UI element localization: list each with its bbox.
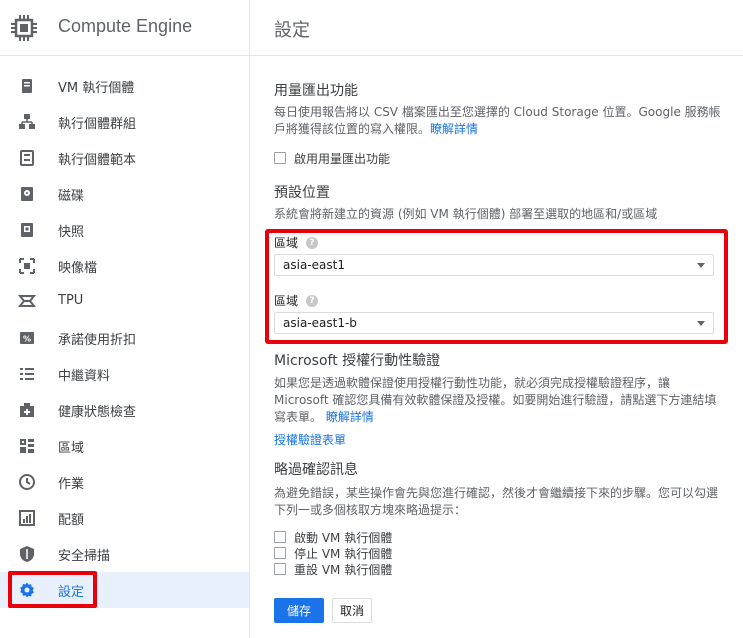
zone-select-value: asia-east1-b	[283, 316, 357, 330]
cancel-button[interactable]: 取消	[332, 598, 372, 623]
sidebar-item-label: 承諾使用折扣	[58, 333, 137, 348]
disks-icon	[21, 187, 33, 201]
sidebar-item-label: 安全掃描	[58, 549, 111, 564]
default-location-title: 預設位置	[274, 185, 330, 201]
compute-engine-chip-icon[interactable]	[8, 12, 40, 44]
operations-icon	[19, 474, 35, 490]
usage-export-description: 每日使用報告將以 CSV 檔案匯出至您選擇的 Cloud Storage 位置。…	[274, 104, 726, 138]
sidebar: Compute Engine VM 執行個體 執行個體群組 執行個體範本 磁碟 …	[0, 0, 250, 638]
sidebar-item-label: VM 執行個體	[58, 81, 135, 96]
sidebar-header: Compute Engine	[0, 0, 249, 56]
instance-templates-icon	[20, 150, 34, 166]
default-location-description: 系統會將新建立的資源 (例如 VM 執行個體) 部署至選取的地區和/或區域	[274, 207, 658, 221]
checkbox-box[interactable]	[274, 547, 286, 559]
usage-export-checkbox-label: 啟用用量匯出功能	[294, 151, 391, 166]
sidebar-item-label: 健康狀態檢查	[58, 405, 137, 420]
skip-confirm-option-label: 啟動 VM 執行個體	[294, 530, 393, 545]
license-verification-description: 如果您是透過軟體保證使用授權行動性功能，就必須完成授權驗證程序，讓 Micros…	[274, 375, 726, 426]
skip-confirm-option[interactable]: 重設 VM 執行個體	[274, 561, 392, 577]
main-content: 設定 用量匯出功能 每日使用報告將以 CSV 檔案匯出至您選擇的 Cloud S…	[250, 0, 743, 638]
sidebar-item-health-checks[interactable]: 健康狀態檢查	[0, 392, 249, 428]
sidebar-item-operations[interactable]: 作業	[0, 464, 249, 500]
region-select[interactable]: asia-east1	[274, 254, 714, 276]
region-label-text: 區域	[274, 236, 299, 250]
sidebar-item-instance-groups[interactable]: 執行個體群組	[0, 104, 249, 140]
sidebar-item-settings[interactable]: 設定	[0, 572, 249, 608]
skip-confirm-option[interactable]: 啟動 VM 執行個體	[274, 529, 392, 545]
skip-confirm-title: 略過確認訊息	[274, 462, 358, 478]
tpu-icon	[18, 295, 36, 307]
checkbox-box[interactable]	[274, 563, 286, 575]
zone-label: 區域 ?	[274, 292, 319, 309]
sidebar-item-label: 映像檔	[58, 261, 98, 276]
vm-instances-icon	[22, 79, 32, 93]
skip-confirm-description: 為避免錯誤，某些操作會先與您進行確認，然後才會繼續接下來的步驟。您可以勾選下列一…	[274, 486, 719, 517]
region-select-value: asia-east1	[283, 258, 345, 272]
sidebar-item-tpu[interactable]: TPU	[0, 284, 249, 320]
usage-export-title: 用量匯出功能	[274, 83, 358, 99]
sidebar-item-disks[interactable]: 磁碟	[0, 176, 249, 212]
security-scan-icon	[20, 546, 34, 562]
sidebar-item-label: 執行個體範本	[58, 153, 137, 168]
chevron-down-icon	[697, 321, 705, 326]
sidebar-item-snapshots[interactable]: 快照	[0, 212, 249, 248]
license-verification-form-link[interactable]: 授權驗證表單	[274, 432, 346, 449]
committed-use-discounts-icon: %	[20, 332, 34, 344]
zone-label-text: 區域	[274, 294, 299, 308]
sidebar-item-images[interactable]: 映像檔	[0, 248, 249, 284]
usage-export-checkbox[interactable]: 啟用用量匯出功能	[274, 150, 390, 166]
skip-confirm-option[interactable]: 停止 VM 執行個體	[274, 545, 392, 561]
sidebar-item-label: 磁碟	[58, 189, 85, 204]
sidebar-item-metadata[interactable]: 中繼資料	[0, 356, 249, 392]
sidebar-item-security-scan[interactable]: 安全掃描	[0, 536, 249, 572]
checkbox-box[interactable]	[274, 152, 286, 164]
save-button[interactable]: 儲存	[274, 598, 324, 623]
chevron-down-icon	[697, 263, 705, 268]
checkbox-box[interactable]	[274, 531, 286, 543]
page-header: 設定	[250, 0, 743, 56]
product-title: Compute Engine	[58, 16, 193, 36]
sidebar-item-label: 快照	[58, 225, 85, 240]
usage-export-learn-more-link[interactable]: 瞭解詳情	[430, 122, 478, 136]
sidebar-item-label: 作業	[58, 477, 85, 492]
metadata-icon	[20, 368, 34, 380]
skip-confirm-option-label: 停止 VM 執行個體	[294, 546, 393, 561]
sidebar-item-label: 設定	[58, 585, 85, 600]
sidebar-item-instance-templates[interactable]: 執行個體範本	[0, 140, 249, 176]
svg-text:%: %	[23, 335, 31, 344]
skip-confirm-option-label: 重設 VM 執行個體	[294, 562, 393, 577]
health-checks-icon	[20, 403, 34, 417]
instance-groups-icon	[19, 114, 35, 129]
zone-select[interactable]: asia-east1-b	[274, 312, 714, 334]
sidebar-item-zones[interactable]: 區域	[0, 428, 249, 464]
snapshots-icon	[21, 223, 33, 237]
sidebar-item-vm-instances[interactable]: VM 執行個體	[0, 68, 249, 104]
sidebar-item-label: 配額	[58, 513, 85, 528]
sidebar-item-committed-use-discounts[interactable]: % 承諾使用折扣	[0, 320, 249, 356]
help-icon[interactable]: ?	[306, 294, 319, 307]
sidebar-item-label: 執行個體群組	[58, 117, 137, 132]
region-label: 區域 ?	[274, 234, 319, 251]
gear-icon	[20, 582, 34, 598]
license-verification-learn-more-link[interactable]: 瞭解詳情	[326, 410, 374, 424]
sidebar-item-label: 中繼資料	[58, 369, 111, 384]
sidebar-item-label: TPU	[58, 293, 84, 308]
sidebar-item-label: 區域	[58, 441, 85, 456]
quotas-icon	[19, 510, 35, 526]
usage-export-description-text: 每日使用報告將以 CSV 檔案匯出至您選擇的 Cloud Storage 位置。…	[274, 105, 721, 136]
images-icon	[19, 258, 35, 274]
help-icon[interactable]: ?	[306, 236, 319, 249]
page-title: 設定	[274, 20, 310, 41]
zones-icon	[20, 439, 34, 453]
sidebar-item-quotas[interactable]: 配額	[0, 500, 249, 536]
license-verification-title: Microsoft 授權行動性驗證	[274, 353, 441, 369]
